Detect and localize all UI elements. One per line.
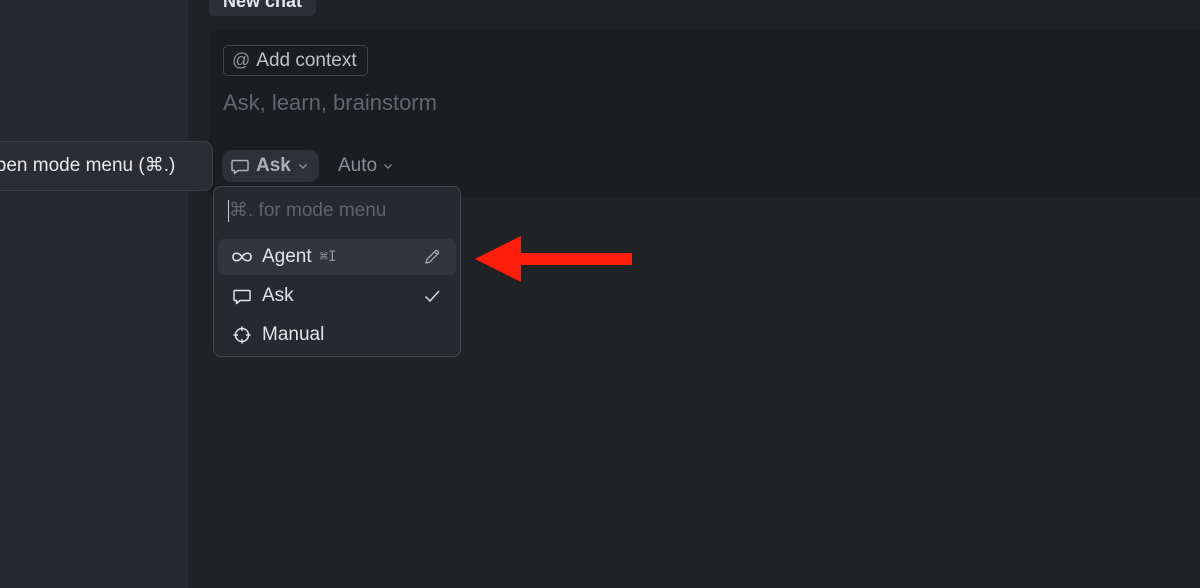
crosshair-icon — [230, 323, 254, 347]
app-window: New chat @ Add context Ask, learn, brain… — [0, 0, 1200, 588]
mode-item-ask[interactable]: Ask — [218, 278, 456, 314]
chevron-down-icon — [297, 160, 309, 172]
chat-bubble-icon — [230, 156, 250, 176]
mode-item-shortcut: ⌘I — [319, 249, 337, 265]
checkmark-icon — [420, 284, 444, 308]
add-context-button[interactable]: @ Add context — [223, 45, 368, 76]
mode-menu-search-input[interactable]: ⌘. for mode menu — [228, 199, 386, 222]
mode-item-agent[interactable]: Agent ⌘I — [218, 239, 456, 275]
mode-menu-search-placeholder: ⌘. for mode menu — [229, 200, 387, 221]
mode-selector-label: Ask — [256, 155, 291, 176]
mode-selector-button[interactable]: Ask — [222, 150, 319, 182]
tab-new-chat[interactable]: New chat — [209, 0, 317, 16]
mode-item-label: Ask — [262, 285, 294, 306]
mode-menu: ⌘. for mode menu Agent ⌘I Ask Manual — [213, 186, 461, 357]
model-selector-button[interactable]: Auto — [338, 150, 394, 182]
model-selector-label: Auto — [338, 155, 378, 176]
left-panel — [0, 0, 188, 588]
chevron-down-icon — [382, 160, 394, 172]
chat-bubble-icon — [230, 284, 254, 308]
prompt-input[interactable]: Ask, learn, brainstorm — [223, 90, 437, 116]
at-icon: @ — [232, 50, 251, 70]
red-arrow-left-icon — [475, 236, 632, 282]
pencil-icon[interactable] — [420, 245, 444, 269]
infinity-icon — [230, 245, 254, 269]
mode-item-manual[interactable]: Manual — [218, 317, 456, 353]
tooltip-text: Open mode menu (⌘.) — [0, 155, 176, 176]
mode-item-label: Manual — [262, 324, 325, 345]
add-context-label: Add context — [256, 49, 357, 71]
mode-menu-tooltip: Open mode menu (⌘.) — [0, 141, 213, 191]
mode-item-label: Agent — [262, 246, 312, 267]
